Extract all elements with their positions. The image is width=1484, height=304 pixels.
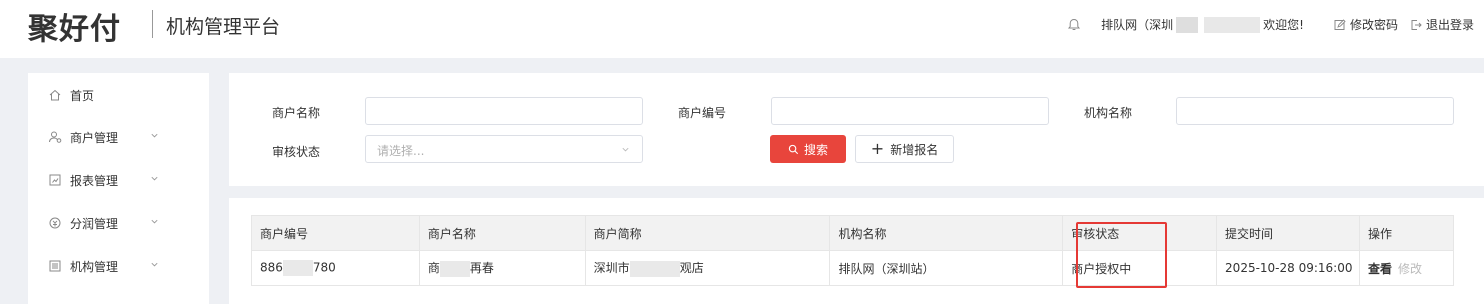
sidebar-item-home[interactable]: 首页: [28, 75, 209, 115]
search-panel: 商户名称 商户编号 机构名称 审核状态 请选择... 搜索 + 新增报名: [229, 73, 1484, 186]
redacted-block: [1204, 16, 1261, 33]
short-name-part: 深圳市: [593, 261, 630, 276]
search-button-label: 搜索: [803, 142, 828, 157]
bell-icon[interactable]: [1067, 18, 1081, 32]
search-icon: [788, 144, 799, 154]
view-link[interactable]: 查看: [1368, 262, 1392, 276]
org-name-cell: 排队网（深圳站）: [829, 250, 1064, 286]
add-registration-button[interactable]: + 新增报名: [855, 135, 954, 163]
profit-icon: [49, 217, 61, 229]
audit-status-select[interactable]: 请选择...: [365, 135, 643, 163]
audit-status-label: 审核状态: [272, 145, 321, 159]
chevron-down-icon: [151, 176, 158, 181]
table-header-row: 商户编号 商户名称 商户简称 机构名称 审核状态 提交时间 操作: [251, 215, 1454, 251]
sidebar-item-merchant[interactable]: 商户管理: [28, 117, 209, 157]
audit-status-cell: 商户授权中: [1062, 250, 1218, 286]
home-icon: [49, 89, 61, 101]
brand-logo: 聚好付: [28, 4, 121, 48]
audit-status-placeholder: 请选择...: [377, 144, 425, 158]
add-registration-label: 新增报名: [890, 142, 939, 157]
sidebar-item-report[interactable]: 报表管理: [28, 160, 209, 200]
welcome-org-name: 排队网（深圳: [1101, 18, 1174, 32]
short-name-part: 观店: [679, 261, 704, 276]
column-header: 商户名称: [418, 215, 586, 251]
logo-text: 聚好付: [28, 12, 121, 47]
sidebar-item-org[interactable]: 机构管理: [28, 246, 209, 286]
operations-cell: 查看 修改: [1359, 250, 1454, 286]
welcome-text: 欢迎您!: [1263, 18, 1304, 32]
redacted-block: [282, 260, 313, 276]
change-password-link[interactable]: 修改密码: [1334, 16, 1398, 33]
column-header: 机构名称: [829, 215, 1064, 251]
edit-link[interactable]: 修改: [1398, 262, 1422, 276]
merchant-name-input[interactable]: [365, 97, 643, 125]
top-header: 聚好付 机构管理平台 排队网（深圳 欢迎您! 修改密码 退出登录: [0, 0, 1484, 58]
sidebar-item-label: 机构管理: [70, 259, 119, 274]
column-header: 商户编号: [251, 215, 420, 251]
edit-icon: [1334, 18, 1346, 30]
merchant-no-label: 商户编号: [678, 106, 727, 120]
sidebar-item-label: 报表管理: [70, 173, 119, 188]
redacted-block: [629, 260, 680, 277]
logout-icon: [1411, 19, 1422, 30]
sidebar-item-label: 商户管理: [70, 130, 119, 145]
welcome-message: 排队网（深圳 欢迎您!: [1101, 16, 1304, 33]
chevron-down-icon: [151, 133, 158, 138]
short-name-cell: 深圳市 观店: [584, 250, 831, 286]
column-header: 审核状态: [1062, 215, 1218, 251]
merchant-name-part: 商: [427, 261, 440, 276]
merchant-no-input[interactable]: [771, 97, 1049, 125]
redacted-block: [439, 260, 470, 277]
table-row: 886 780 商 再春 深圳市 观店 排队网（深圳站） 商户授权中 2025-10-…: [251, 250, 1454, 286]
column-header: 商户简称: [584, 215, 831, 251]
plus-icon: +: [870, 139, 885, 158]
merchant-name-label: 商户名称: [272, 106, 321, 120]
column-header: 操作: [1359, 215, 1454, 251]
submit-time-cell: 2025-10-28 09:16:00: [1216, 250, 1361, 286]
merchant-no-part: 780: [312, 260, 336, 275]
merchant-name-cell: 商 再春: [418, 250, 586, 286]
org-name-label: 机构名称: [1084, 106, 1133, 120]
merchant-no-cell: 886 780: [251, 250, 420, 286]
merchant-no-part: 886: [260, 260, 283, 275]
platform-title: 机构管理平台: [166, 16, 281, 38]
chevron-down-icon: [622, 147, 629, 152]
logout-link[interactable]: 退出登录: [1410, 16, 1474, 33]
search-button[interactable]: 搜索: [770, 135, 846, 163]
merchant-name-part: 再春: [469, 261, 494, 276]
org-icon: [49, 260, 61, 272]
sidebar-item-profit[interactable]: 分润管理: [28, 203, 209, 243]
column-header: 提交时间: [1216, 215, 1361, 251]
sidebar-item-label: 分润管理: [70, 216, 119, 231]
logout-label: 退出登录: [1425, 18, 1474, 32]
table-panel: 商户编号 商户名称 商户简称 机构名称 审核状态 提交时间 操作 886 780 …: [229, 198, 1484, 304]
change-password-label: 修改密码: [1349, 18, 1398, 32]
chevron-down-icon: [151, 219, 158, 224]
sidebar-menu: 首页 商户管理 报表管理 分润管理 机构管理: [28, 73, 209, 304]
report-icon: [49, 174, 61, 186]
redacted-block: [1176, 16, 1199, 33]
logo-divider: [152, 10, 153, 38]
chevron-down-icon: [151, 262, 158, 267]
merchant-icon: [49, 131, 62, 143]
org-name-input[interactable]: [1176, 97, 1454, 125]
header-actions: 排队网（深圳 欢迎您! 修改密码 退出登录: [1067, 16, 1474, 33]
merchant-table: 商户编号 商户名称 商户简称 机构名称 审核状态 提交时间 操作 886 780 …: [251, 215, 1454, 286]
sidebar-item-label: 首页: [70, 88, 95, 103]
